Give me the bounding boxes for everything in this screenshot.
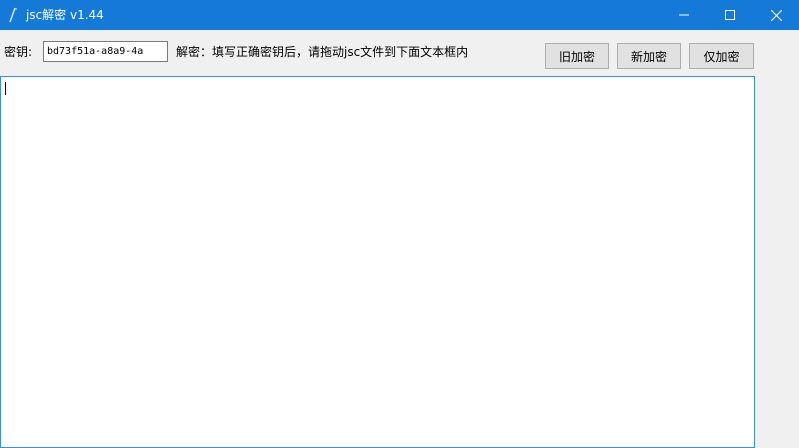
title-bar: jsc解密 v1.44: [0, 0, 799, 30]
minimize-button[interactable]: [661, 0, 707, 30]
text-caret: [5, 82, 6, 95]
app-icon: [6, 6, 20, 24]
decrypt-hint: 解密：填写正确密钥后，请拖动jsc文件到下面文本框内: [176, 45, 469, 59]
window-title: jsc解密 v1.44: [26, 8, 104, 22]
maximize-button[interactable]: [707, 0, 753, 30]
maximize-icon: [725, 10, 735, 20]
key-input[interactable]: [43, 41, 168, 62]
close-icon: [770, 9, 782, 21]
drop-text-area[interactable]: [0, 76, 755, 448]
encrypt-only-button[interactable]: 仅加密: [689, 43, 754, 69]
new-encrypt-button[interactable]: 新加密: [617, 43, 681, 69]
key-label: 密钥:: [4, 45, 33, 59]
close-button[interactable]: [753, 0, 799, 30]
old-encrypt-button[interactable]: 旧加密: [545, 43, 609, 69]
minimize-icon: [679, 10, 689, 20]
